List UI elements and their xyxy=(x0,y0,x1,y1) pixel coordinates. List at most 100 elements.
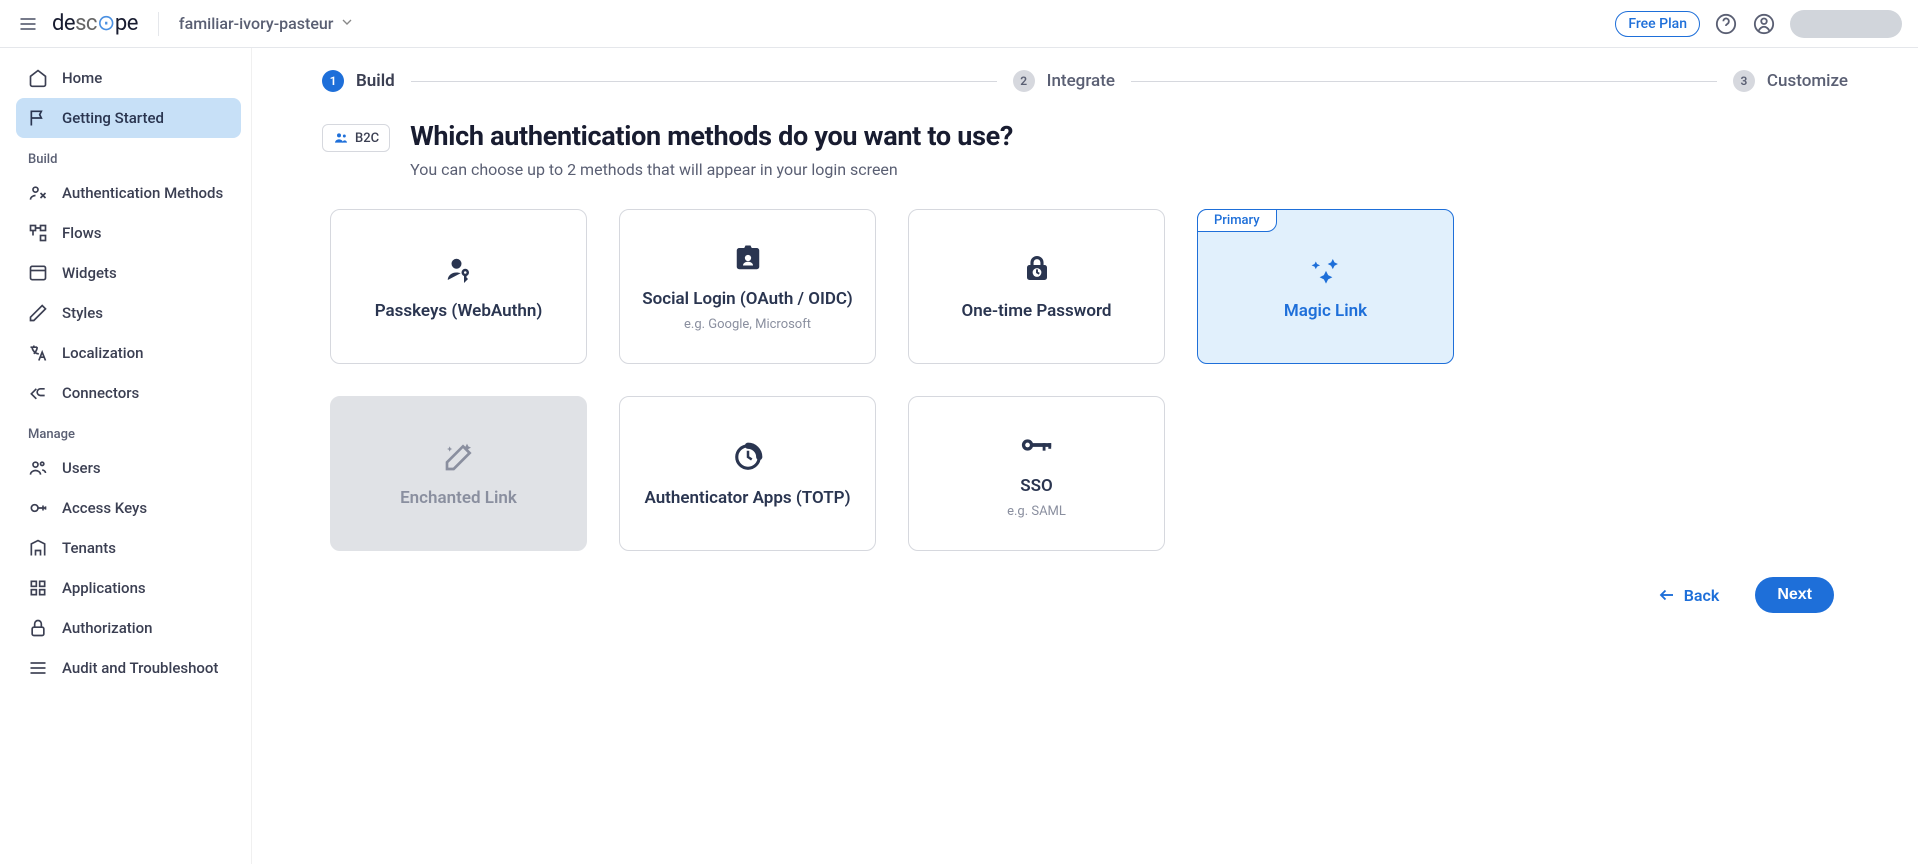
connectors-icon xyxy=(28,383,48,403)
step-integrate[interactable]: 2 Integrate xyxy=(1013,70,1115,92)
title-row: B2C Which authentication methods do you … xyxy=(322,120,1848,179)
step-label: Build xyxy=(356,71,395,91)
project-name-label: familiar-ivory-pasteur xyxy=(179,14,334,33)
free-plan-badge[interactable]: Free Plan xyxy=(1615,11,1700,37)
step-num: 3 xyxy=(1733,70,1755,92)
enchanted-icon xyxy=(442,440,476,474)
back-button[interactable]: Back xyxy=(1646,577,1732,613)
sidebar-item-label: Styles xyxy=(62,304,103,322)
sidebar-item-widgets[interactable]: Widgets xyxy=(16,253,241,293)
card-social-login[interactable]: Social Login (OAuth / OIDC) e.g. Google,… xyxy=(619,209,876,364)
sidebar-item-flows[interactable]: Flows xyxy=(16,213,241,253)
sidebar-item-styles[interactable]: Styles xyxy=(16,293,241,333)
step-line xyxy=(1131,81,1717,82)
sidebar-section-manage: Manage xyxy=(16,413,241,448)
styles-icon xyxy=(28,303,48,323)
audit-icon xyxy=(28,658,48,678)
card-enchanted-link: Enchanted Link xyxy=(330,396,587,551)
sidebar-item-label: Applications xyxy=(62,579,146,597)
arrow-left-icon xyxy=(1658,586,1676,604)
sidebar-item-label: Access Keys xyxy=(62,499,147,517)
card-title: Enchanted Link xyxy=(400,488,517,508)
card-otp[interactable]: One-time Password xyxy=(908,209,1165,364)
header-right: Free Plan xyxy=(1615,10,1902,38)
divider xyxy=(158,12,159,36)
primary-badge: Primary xyxy=(1197,209,1277,232)
flows-icon xyxy=(28,223,48,243)
sidebar-item-label: Authorization xyxy=(62,619,152,637)
step-build[interactable]: 1 Build xyxy=(322,70,395,92)
card-totp[interactable]: Authenticator Apps (TOTP) xyxy=(619,396,876,551)
sidebar-item-label: Getting Started xyxy=(62,109,164,127)
sidebar-item-audit[interactable]: Audit and Troubleshoot xyxy=(16,648,241,688)
sidebar-item-label: Home xyxy=(62,69,102,87)
card-title: Social Login (OAuth / OIDC) xyxy=(642,289,853,309)
card-title: Passkeys (WebAuthn) xyxy=(375,301,543,321)
card-title: SSO xyxy=(1020,476,1052,496)
hamburger-icon xyxy=(18,14,38,34)
otp-icon xyxy=(1020,253,1054,287)
passkey-icon xyxy=(442,253,476,287)
auth-icon xyxy=(28,183,48,203)
step-line xyxy=(411,81,997,82)
stepper: 1 Build 2 Integrate 3 Customize xyxy=(322,70,1848,92)
help-button[interactable] xyxy=(1714,12,1738,36)
sidebar-item-label: Authentication Methods xyxy=(62,184,223,202)
sidebar-item-label: Audit and Troubleshoot xyxy=(62,659,218,677)
card-sso[interactable]: SSO e.g. SAML xyxy=(908,396,1165,551)
sidebar-item-authorization[interactable]: Authorization xyxy=(16,608,241,648)
card-subtitle: e.g. Google, Microsoft xyxy=(684,317,811,332)
sidebar-item-tenants[interactable]: Tenants xyxy=(16,528,241,568)
user-pill[interactable] xyxy=(1790,10,1902,38)
sidebar-item-auth-methods[interactable]: Authentication Methods xyxy=(16,173,241,213)
card-passkeys[interactable]: Passkeys (WebAuthn) xyxy=(330,209,587,364)
access-keys-icon xyxy=(28,498,48,518)
project-selector[interactable]: familiar-ivory-pasteur xyxy=(179,14,356,34)
users-icon xyxy=(28,458,48,478)
auth-method-cards: Passkeys (WebAuthn) Social Login (OAuth … xyxy=(330,209,1848,551)
card-title: Magic Link xyxy=(1284,301,1367,321)
magic-icon xyxy=(1309,253,1343,287)
step-num: 1 xyxy=(322,70,344,92)
sidebar-item-label: Connectors xyxy=(62,384,139,402)
sidebar-item-label: Users xyxy=(62,459,101,477)
widgets-icon xyxy=(28,263,48,283)
sidebar-item-applications[interactable]: Applications xyxy=(16,568,241,608)
sidebar-item-users[interactable]: Users xyxy=(16,448,241,488)
logo[interactable]: desc⊙pe xyxy=(52,11,138,36)
b2c-badge[interactable]: B2C xyxy=(322,124,390,152)
applications-icon xyxy=(28,578,48,598)
page-subtitle: You can choose up to 2 methods that will… xyxy=(410,160,1013,179)
sidebar-item-label: Widgets xyxy=(62,264,117,282)
footer-buttons: Back Next xyxy=(322,577,1848,613)
sidebar-section-build: Build xyxy=(16,138,241,173)
card-title: Authenticator Apps (TOTP) xyxy=(644,488,850,508)
sidebar-item-localization[interactable]: Localization xyxy=(16,333,241,373)
account-button[interactable] xyxy=(1752,12,1776,36)
step-customize[interactable]: 3 Customize xyxy=(1733,70,1848,92)
people-icon xyxy=(333,130,349,146)
sso-icon xyxy=(1020,428,1054,462)
card-magic-link[interactable]: Primary Magic Link xyxy=(1197,209,1454,364)
page-title: Which authentication methods do you want… xyxy=(410,120,1013,152)
title-block: Which authentication methods do you want… xyxy=(410,120,1013,179)
sidebar-item-access-keys[interactable]: Access Keys xyxy=(16,488,241,528)
menu-button[interactable] xyxy=(16,12,40,36)
sidebar-item-label: Flows xyxy=(62,224,101,242)
sidebar-item-label: Localization xyxy=(62,344,143,362)
sidebar-item-home[interactable]: Home xyxy=(16,58,241,98)
flag-icon xyxy=(28,108,48,128)
sidebar-item-getting-started[interactable]: Getting Started xyxy=(16,98,241,138)
sidebar-item-label: Tenants xyxy=(62,539,116,557)
card-title: One-time Password xyxy=(962,301,1112,321)
step-label: Integrate xyxy=(1047,71,1115,91)
home-icon xyxy=(28,68,48,88)
card-subtitle: e.g. SAML xyxy=(1007,504,1066,519)
authorization-icon xyxy=(28,618,48,638)
social-icon xyxy=(731,241,765,275)
localization-icon xyxy=(28,343,48,363)
sidebar-item-connectors[interactable]: Connectors xyxy=(16,373,241,413)
step-label: Customize xyxy=(1767,71,1848,91)
help-icon xyxy=(1715,13,1737,35)
next-button[interactable]: Next xyxy=(1755,577,1834,613)
